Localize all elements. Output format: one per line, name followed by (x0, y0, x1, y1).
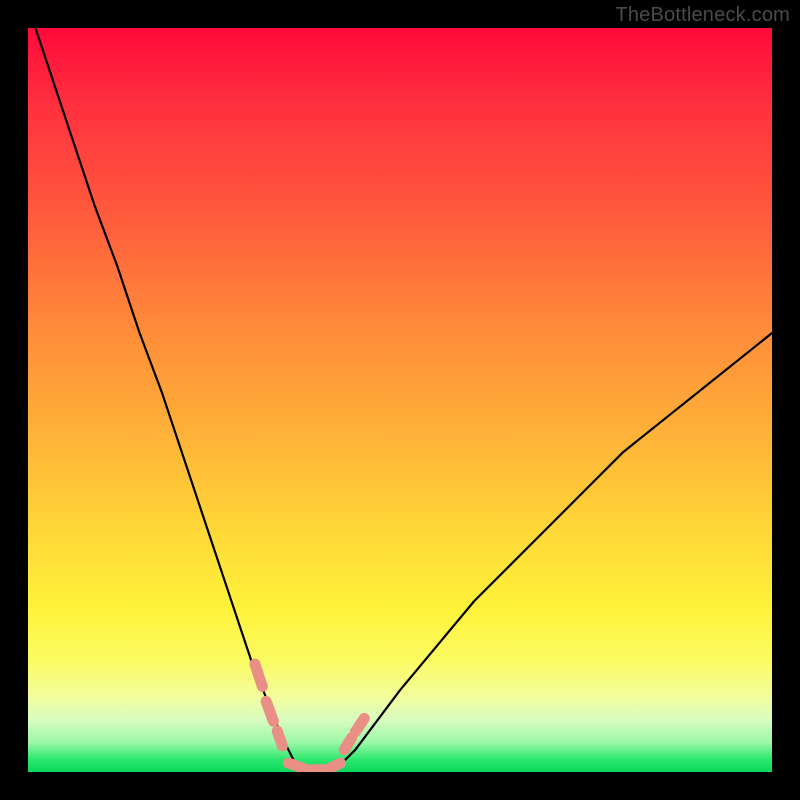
marker-segment (355, 718, 364, 731)
marker-segment (329, 763, 341, 769)
marker-segment (344, 738, 351, 750)
curve-path (28, 28, 772, 772)
chart-svg (28, 28, 772, 772)
marker-segment (277, 731, 282, 746)
frame: TheBottleneck.com (0, 0, 800, 800)
marker-segment (255, 664, 262, 686)
marker-segment (288, 763, 303, 768)
marker-segment (266, 701, 273, 721)
watermark-text: TheBottleneck.com (615, 4, 790, 27)
trough-markers (255, 664, 364, 770)
plot-area (28, 28, 772, 772)
